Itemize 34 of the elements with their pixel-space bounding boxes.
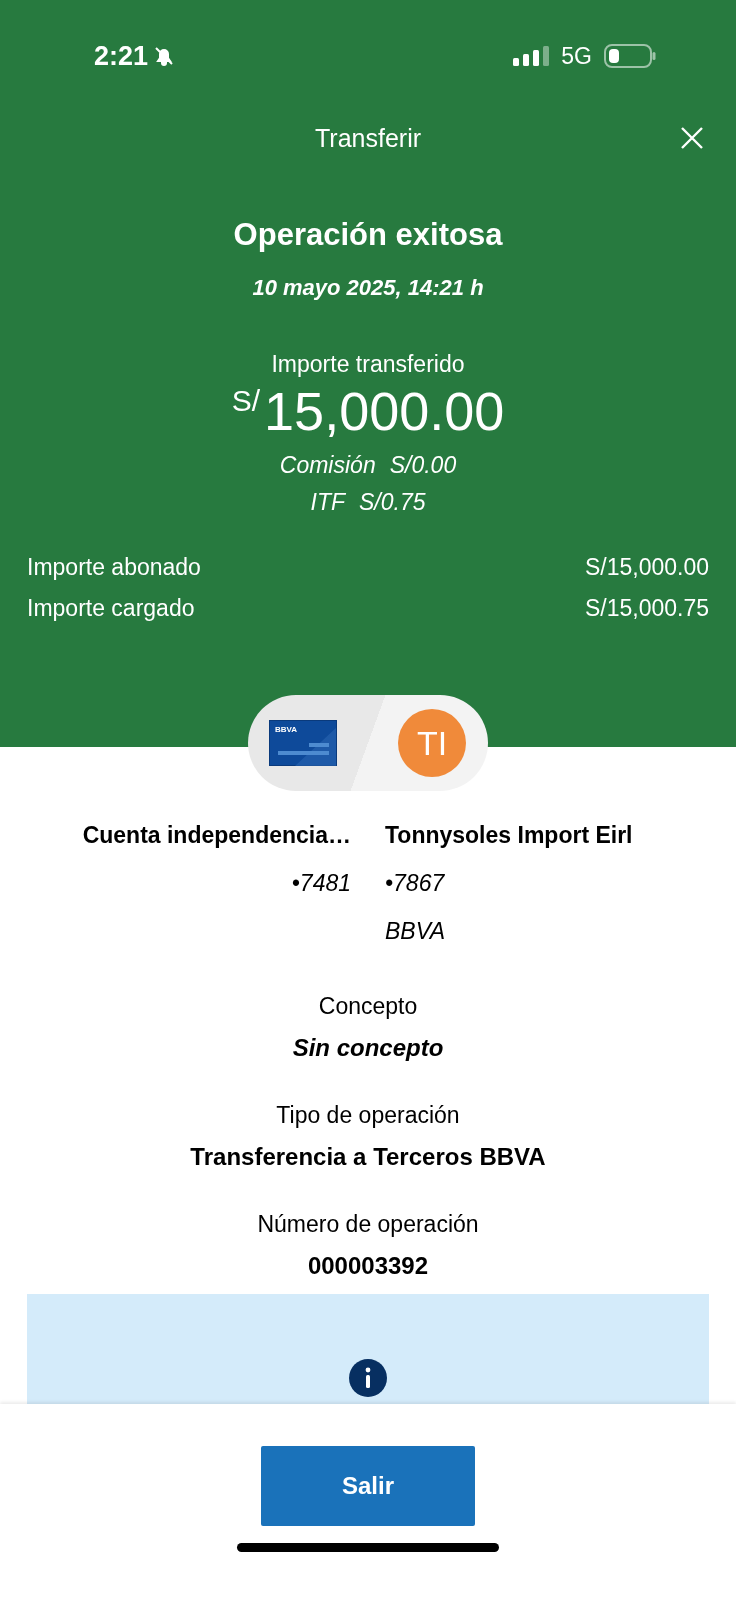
origin-account-name: Cuenta independencia… <box>82 820 351 850</box>
fee-label: ITF <box>310 489 345 516</box>
operation-date: 10 mayo 2025, 14:21 h <box>252 275 484 301</box>
detail-value: Transferencia a Terceros BBVA <box>190 1143 546 1171</box>
screen-title: Transferir <box>315 124 421 153</box>
total-label: Importe cargado <box>27 595 195 622</box>
total-value: S/15,000.00 <box>584 554 709 581</box>
signal-icon <box>513 46 550 66</box>
total-label: Importe abonado <box>27 554 201 581</box>
total-value: S/15,000.75 <box>584 595 709 622</box>
status-time: 2:21 <box>94 40 149 72</box>
fee-value: S/0.00 <box>389 452 457 479</box>
detail-label: Tipo de operación <box>276 1102 460 1129</box>
battery-icon <box>604 44 656 68</box>
detail-value: 000003392 <box>307 1252 429 1280</box>
close-button[interactable] <box>680 126 704 150</box>
initials-avatar: TI <box>398 709 466 777</box>
currency-symbol: S/ <box>231 384 261 418</box>
network-label: 5G <box>561 42 592 70</box>
detail-label: Concepto <box>318 993 418 1020</box>
destination-bank: BBVA <box>385 916 446 946</box>
detail-label: Número de operación <box>257 1211 479 1238</box>
origin-account-number: •7481 <box>291 868 351 898</box>
fee-value: S/0.75 <box>359 489 426 516</box>
exit-button[interactable]: Salir <box>261 1446 475 1526</box>
destination-name: Tonnysoles Import Eirl <box>385 820 633 850</box>
info-icon <box>349 1359 387 1397</box>
destination-account-number: •7867 <box>385 868 445 898</box>
success-title: Operación exitosa <box>233 217 503 253</box>
amount-label: Importe transferido <box>271 351 465 378</box>
fee-label: Comisión <box>279 452 376 479</box>
transferred-amount: 15,000.00 <box>264 380 505 442</box>
detail-value: Sin concepto <box>292 1034 444 1062</box>
bank-card-icon: BBVA <box>269 720 337 766</box>
